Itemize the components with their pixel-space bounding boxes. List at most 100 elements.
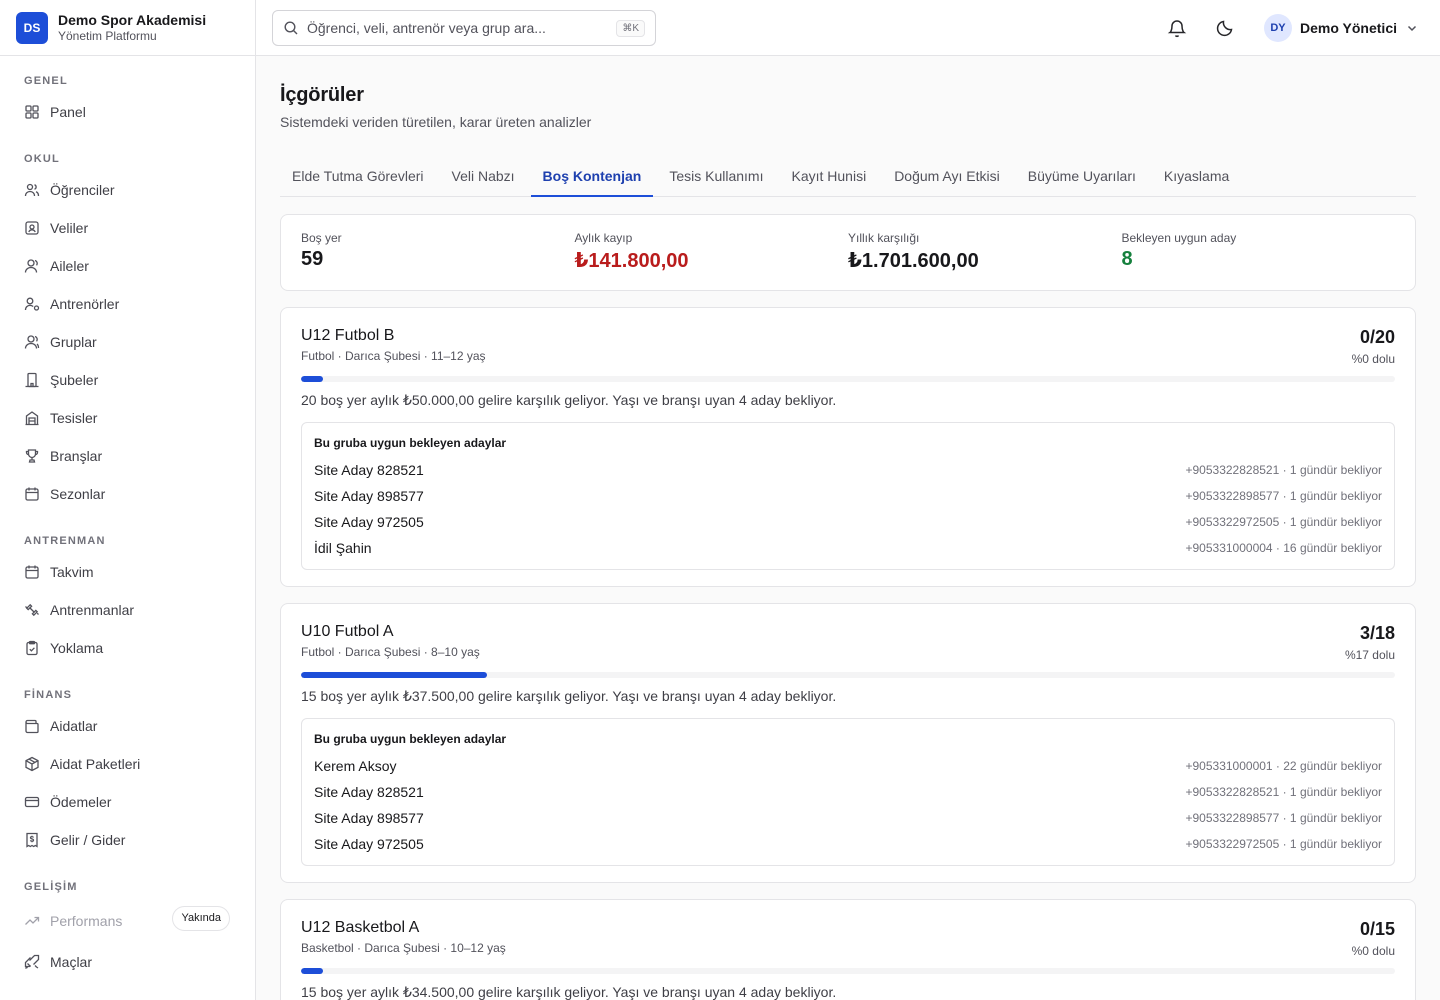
sidebar-item-label: Öğrenciler <box>50 182 115 198</box>
sidebar-item-takvim[interactable]: Takvim <box>0 553 255 591</box>
sidebar-item-performans: Performans Yakında <box>0 899 255 943</box>
sidebar-item-label: Aidatlar <box>50 718 98 734</box>
candidate-info: +9053322972505 · 1 gündür bekliyor <box>1185 837 1383 851</box>
sidebar-item-gelir-gider[interactable]: Gelir / Gider <box>0 821 255 859</box>
sidebar-item-aidat-paketleri[interactable]: Aidat Paketleri <box>0 745 255 783</box>
brand-subtitle: Yönetim Platformu <box>58 28 157 43</box>
tab-dogum-ayi-etkisi[interactable]: Doğum Ayı Etkisi <box>882 158 1012 197</box>
swords-icon <box>24 954 40 970</box>
sidebar-item-tesisler[interactable]: Tesisler <box>0 399 255 437</box>
tab-kiyaslama[interactable]: Kıyaslama <box>1152 158 1241 197</box>
sidebar-item-odemeler[interactable]: Ödemeler <box>0 783 255 821</box>
group-name: U12 Basketbol A <box>301 919 420 936</box>
sidebar-item-maclar[interactable]: Maçlar <box>0 943 255 981</box>
occupancy-bar-fill <box>301 968 323 974</box>
tab-kayit-hunisi[interactable]: Kayıt Hunisi <box>779 158 878 197</box>
brand[interactable]: DS Demo Spor Akademisi Yönetim Platformu <box>0 0 255 56</box>
sidebar-item-label: Şubeler <box>50 372 99 388</box>
credit-card-icon <box>24 794 40 810</box>
stat-label: Bekleyen uygun aday <box>1121 231 1237 245</box>
candidate-info: +9053322828521 · 1 gündür bekliyor <box>1185 785 1383 799</box>
candidate-name: Site Aday 972505 <box>314 514 424 530</box>
nav-section-antrenman: ANTRENMAN <box>24 535 106 547</box>
sidebar-item-gruplar[interactable]: Gruplar <box>0 323 255 361</box>
candidate-name: İdil Şahin <box>314 540 372 556</box>
stat-label: Boş yer <box>301 231 342 245</box>
sidebar-item-label: Panel <box>50 104 86 120</box>
group-name: U12 Futbol B <box>301 327 395 344</box>
sidebar-item-label: Ödemeler <box>50 794 112 810</box>
list-item[interactable]: Site Aday 972505 +9053322972505 · 1 gündü… <box>314 509 1382 535</box>
group-card: U10 Futbol A Futbol · Darıca Şubesi · 8–… <box>280 603 1416 883</box>
sidebar-item-label: Gelir / Gider <box>50 832 126 848</box>
sidebar-item-label: Antrenmanlar <box>50 602 135 618</box>
sidebar-item-label: Antrenörler <box>50 296 120 312</box>
user-menu[interactable]: DY Demo Yönetici <box>1264 14 1419 42</box>
group-capacity: 0/20 <box>1359 327 1395 347</box>
group-name: U10 Futbol A <box>301 623 394 640</box>
stat-value: ₺141.800,00 <box>574 250 689 272</box>
group-fill-rate: %17 dolu <box>1344 648 1395 662</box>
page-subtitle: Sistemdeki veriden türetilen, karar üret… <box>280 114 592 130</box>
family-icon <box>24 258 40 274</box>
stat-value: 59 <box>301 248 324 270</box>
search-input[interactable] <box>307 20 617 36</box>
occupancy-bar-fill <box>301 672 487 678</box>
bell-icon[interactable] <box>1167 18 1187 38</box>
sidebar-item-yoklama[interactable]: Yoklama <box>0 629 255 667</box>
sidebar-item-veliler[interactable]: Veliler <box>0 209 255 247</box>
candidate-list-title: Bu gruba uygun bekleyen adaylar <box>314 732 507 746</box>
tab-buyume-uyarilari[interactable]: Büyüme Uyarıları <box>1016 158 1148 197</box>
insights-tabs: Elde Tutma Görevleri Veli Nabzı Boş Kont… <box>280 158 1416 197</box>
moon-icon[interactable] <box>1215 18 1235 38</box>
list-item[interactable]: İdil Şahin +905331000004 · 16 gündür bekl… <box>314 535 1382 561</box>
tab-elde-tutma[interactable]: Elde Tutma Görevleri <box>280 158 436 197</box>
group-fill-rate: %0 dolu <box>1351 352 1395 366</box>
sidebar-item-label: Veliler <box>50 220 89 236</box>
page-title: İçgörüler <box>280 84 364 106</box>
candidate-info: +905331000004 · 16 gündür bekliyor <box>1185 541 1383 555</box>
sidebar-item-panel[interactable]: Panel <box>0 93 255 131</box>
occupancy-bar <box>301 968 1395 974</box>
sidebar-item-subeler[interactable]: Şubeler <box>0 361 255 399</box>
list-item[interactable]: Site Aday 828521 +9053322828521 · 1 gündü… <box>314 779 1382 805</box>
nav-section-okul: OKUL <box>24 153 60 165</box>
list-item[interactable]: Kerem Aksoy +905331000001 · 22 gündür bek… <box>314 753 1382 779</box>
sidebar-item-label: Aidat Paketleri <box>50 756 141 772</box>
sidebar-item-aidatlar[interactable]: Aidatlar <box>0 707 255 745</box>
tab-tesis-kullanimi[interactable]: Tesis Kullanımı <box>657 158 775 197</box>
list-item[interactable]: Site Aday 898577 +9053322898577 · 1 gündü… <box>314 483 1382 509</box>
sidebar-item-label: Sezonlar <box>50 486 106 502</box>
group-card: U12 Futbol B Futbol · Darıca Şubesi · 11… <box>280 307 1416 587</box>
nav-section-gelisim: GELİŞİM <box>24 881 78 893</box>
list-item[interactable]: Site Aday 972505 +9053322972505 · 1 gündü… <box>314 831 1382 857</box>
sidebar-item-sezonlar[interactable]: Sezonlar <box>0 475 255 513</box>
user-name: Demo Yönetici <box>1300 20 1397 36</box>
list-item[interactable]: Site Aday 898577 +9053322898577 · 1 gündü… <box>314 805 1382 831</box>
group-meta: Basketbol · Darıca Şubesi · 10–12 yaş <box>301 941 506 955</box>
sidebar-item-ogrenciler[interactable]: Öğrenciler <box>0 171 255 209</box>
search-shortcut: ⌘K <box>616 19 645 37</box>
group-note: 15 boş yer aylık ₺34.500,00 gelire karşı… <box>301 984 837 1000</box>
global-search[interactable]: ⌘K <box>272 10 656 46</box>
sidebar-item-label: Takvim <box>50 564 94 580</box>
occupancy-bar <box>301 672 1395 678</box>
tab-bos-kontenjan[interactable]: Boş Kontenjan <box>530 158 654 197</box>
chevron-down-icon <box>1405 21 1419 35</box>
sidebar-item-label: Gruplar <box>50 334 97 350</box>
sidebar-item-branslar[interactable]: Branşlar <box>0 437 255 475</box>
sidebar-item-antrenmanlar[interactable]: Antrenmanlar <box>0 591 255 629</box>
list-item[interactable]: Site Aday 828521 +9053322828521 · 1 gündü… <box>314 457 1382 483</box>
package-icon <box>24 756 40 772</box>
candidate-list-title: Bu gruba uygun bekleyen adaylar <box>314 436 507 450</box>
sidebar-item-label: Maçlar <box>50 954 93 970</box>
calendar-icon <box>24 564 40 580</box>
stat-value: ₺1.701.600,00 <box>848 250 979 272</box>
sidebar-item-label: Yoklama <box>50 640 104 656</box>
candidate-name: Site Aday 972505 <box>314 836 424 852</box>
sidebar-item-antrenorler[interactable]: Antrenörler <box>0 285 255 323</box>
sidebar-item-aileler[interactable]: Aileler <box>0 247 255 285</box>
group-fill-rate: %0 dolu <box>1351 944 1395 958</box>
users-icon <box>24 182 40 198</box>
tab-veli-nabzi[interactable]: Veli Nabzı <box>440 158 527 197</box>
